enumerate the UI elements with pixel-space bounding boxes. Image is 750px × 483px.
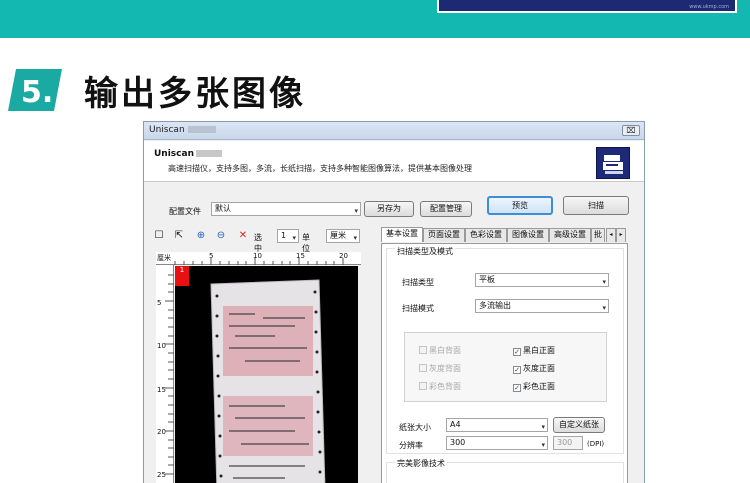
tab-scroll-right[interactable]: ▸ [616,228,626,242]
checkbox-color-front[interactable]: ✓ 彩色正面 [513,381,555,392]
scan-mode-label: 扫描模式 [402,304,434,313]
scanned-document-image [210,279,326,483]
tab-color[interactable]: 色彩设置 [465,228,507,242]
custom-paper-button[interactable]: 自定义纸张 [553,417,605,433]
banner-image: www.ukmp.com [437,0,737,13]
delete-icon[interactable]: ✕ [236,229,250,243]
select-label: 选中 [254,233,262,253]
unit-label: 单位 [302,233,310,253]
unit-dropdown[interactable]: 厘米 ▾ [326,229,360,243]
checkbox-bw-back[interactable]: 黑白背面 [419,345,461,356]
banner-small-text: www.ukmp.com [689,4,729,10]
tab-advanced[interactable]: 高级设置 [549,228,591,242]
checkbox-color-back[interactable]: 彩色背面 [419,381,461,392]
resolution-custom-input[interactable]: 300 [553,436,583,450]
scanner-logo-icon [596,147,630,179]
window-titlebar[interactable]: Uniscan ⌧ [144,122,644,140]
close-button[interactable]: ⌧ [622,125,640,136]
scan-mode-select[interactable]: 多流输出 ▾ [475,299,609,313]
checkmark-icon: ✓ [513,348,521,356]
basic-settings-panel: 扫描类型及模式 扫描类型 平板 ▾ 扫描模式 多流输出 ▾ 黑白背面 灰度背面 彩色… [381,243,628,483]
zoom-out-icon[interactable]: ⊖ [214,229,228,243]
resolution-select[interactable]: 300 ▾ [446,436,548,450]
checkmark-icon: ✓ [513,384,521,392]
rectangle-icon[interactable]: ☐ [152,229,166,243]
checkbox-bw-front[interactable]: ✓ 黑白正面 [513,345,555,356]
scan-button[interactable]: 扫描 [563,196,629,215]
step-number-badge: 5. [6,67,64,113]
pointer-icon[interactable]: ⇱ [172,229,186,243]
window-title: Uniscan [149,125,216,135]
checkmark-icon: ✓ [513,366,521,374]
app-description: 高速扫描仪，支持多图，多流，长纸扫描，支持多种智能图像算法，提供基本图像处理 [168,164,472,173]
chevron-down-icon: ▾ [354,207,358,215]
paper-size-select[interactable]: A4 ▾ [446,418,548,432]
checkbox-gray-back[interactable]: 灰度背面 [419,363,461,374]
save-as-button[interactable]: 另存为 [364,201,414,217]
config-label: 配置文件 [169,207,201,216]
scan-type-group-title: 扫描类型及模式 [395,246,455,257]
ruler-top: 厘米 5 10 15 20 [156,252,361,265]
tab-page[interactable]: 页面设置 [423,228,465,242]
step-number: 5. [21,75,53,110]
scan-type-select[interactable]: 平板 ▾ [475,273,609,287]
config-manage-button[interactable]: 配置管理 [420,201,472,217]
tab-image[interactable]: 图像设置 [507,228,549,242]
dpi-label: (DPI) [587,440,605,448]
app-name: Uniscan [154,149,222,159]
paper-size-label: 纸张大小 [399,423,431,432]
zoom-in-icon[interactable]: ⊕ [194,229,208,243]
tab-batch[interactable]: 批 [591,228,605,242]
config-select[interactable]: 默认 ▾ [211,202,361,216]
tab-scroll-left[interactable]: ◂ [606,228,616,242]
scan-type-label: 扫描类型 [402,278,434,287]
resolution-label: 分辨率 [399,441,423,450]
scan-preview[interactable]: 1 [175,266,358,483]
checkbox-gray-front[interactable]: ✓ 灰度正面 [513,363,555,374]
preview-button[interactable]: 预览 [487,196,553,215]
perfect-image-title: 完美影像技术 [395,458,447,469]
uniscan-window: Uniscan ⌧ Uniscan 高速扫描仪，支持多图，多流，长纸扫描，支持多… [143,121,645,483]
select-page-dropdown[interactable]: 1 ▾ [277,229,299,243]
ruler-left: 5 10 15 20 25 [156,265,174,483]
section-title: 输出多张图像 [84,74,306,114]
app-header: Uniscan 高速扫描仪，支持多图，多流，长纸扫描，支持多种智能图像算法，提供… [144,141,644,182]
tab-basic[interactable]: 基本设置 [381,227,423,242]
top-banner: www.ukmp.com [0,0,750,38]
